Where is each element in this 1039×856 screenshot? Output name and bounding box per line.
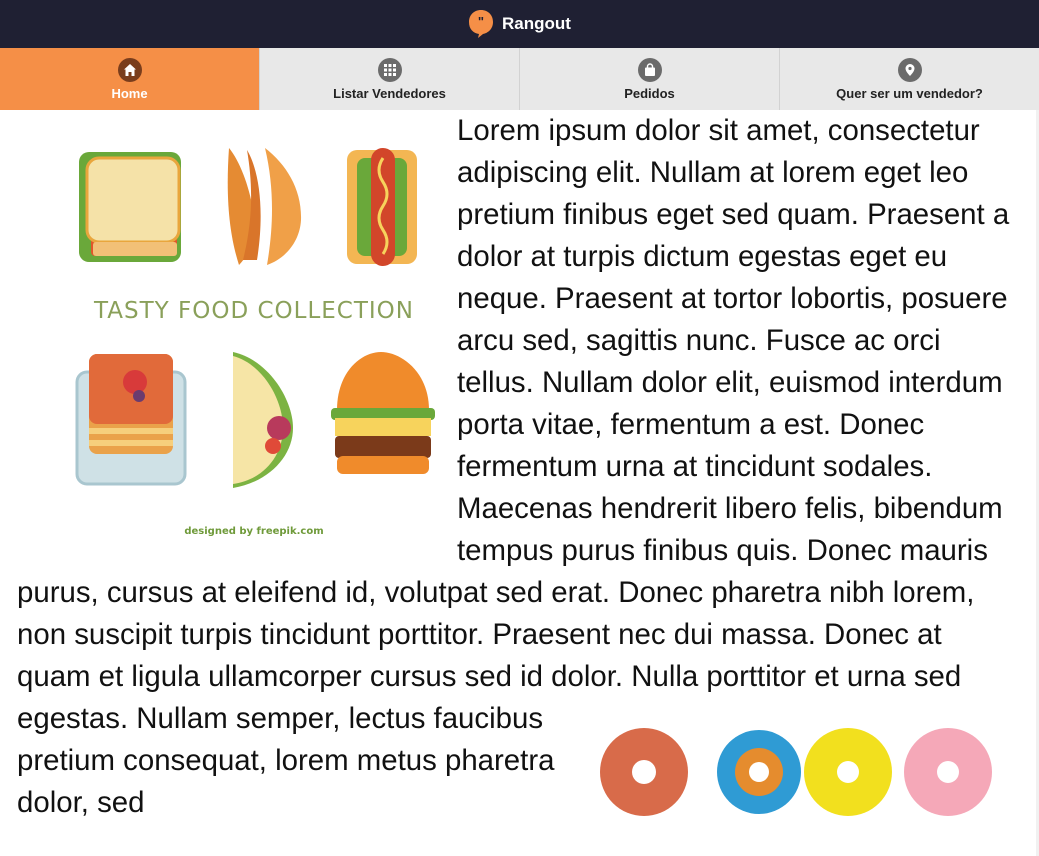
donut-icon xyxy=(600,728,688,816)
nav-tab-home[interactable]: Home xyxy=(0,48,260,110)
nav-tab-listar-vendedores-label: Listar Vendedores xyxy=(333,85,446,101)
main-content: TASTY FOOD COLLECTION designed by freepi… xyxy=(0,110,1039,856)
app-title: Rangout xyxy=(502,14,571,33)
brand[interactable]: " Rangout xyxy=(468,9,571,39)
shopping-bag-icon xyxy=(637,57,662,82)
donut-icon xyxy=(904,728,992,816)
hotdog-icon xyxy=(347,148,417,266)
home-icon xyxy=(117,57,142,82)
nav-tab-quer-ser-vendedor-label: Quer ser um vendedor? xyxy=(836,85,983,101)
pancakes-icon xyxy=(75,354,187,486)
nav-tab-pedidos[interactable]: Pedidos xyxy=(520,48,780,110)
donut-icon xyxy=(717,730,801,814)
sandwich-icon xyxy=(79,152,181,262)
map-pin-icon xyxy=(897,57,922,82)
article: TASTY FOOD COLLECTION designed by freepi… xyxy=(0,110,1039,830)
food-collection-caption: TASTY FOOD COLLECTION xyxy=(93,298,414,324)
donut-icon xyxy=(804,728,892,816)
freepik-credit: designed by freepik.com xyxy=(184,526,323,537)
app-header: " Rangout xyxy=(0,0,1039,48)
nav-tab-home-label: Home xyxy=(111,85,148,101)
main-nav: Home Listar Vendedores Pedidos Quer ser … xyxy=(0,48,1039,110)
donuts-image xyxy=(586,720,1021,830)
grid-icon xyxy=(377,57,402,82)
nav-tab-listar-vendedores[interactable]: Listar Vendedores xyxy=(260,48,520,110)
nav-tab-pedidos-label: Pedidos xyxy=(624,85,675,101)
food-collection-image: TASTY FOOD COLLECTION designed by freepi… xyxy=(17,110,457,550)
speech-bubble-logo-icon: " xyxy=(468,9,494,39)
svg-text:": " xyxy=(478,14,484,29)
nav-tab-quer-ser-vendedor[interactable]: Quer ser um vendedor? xyxy=(780,48,1039,110)
